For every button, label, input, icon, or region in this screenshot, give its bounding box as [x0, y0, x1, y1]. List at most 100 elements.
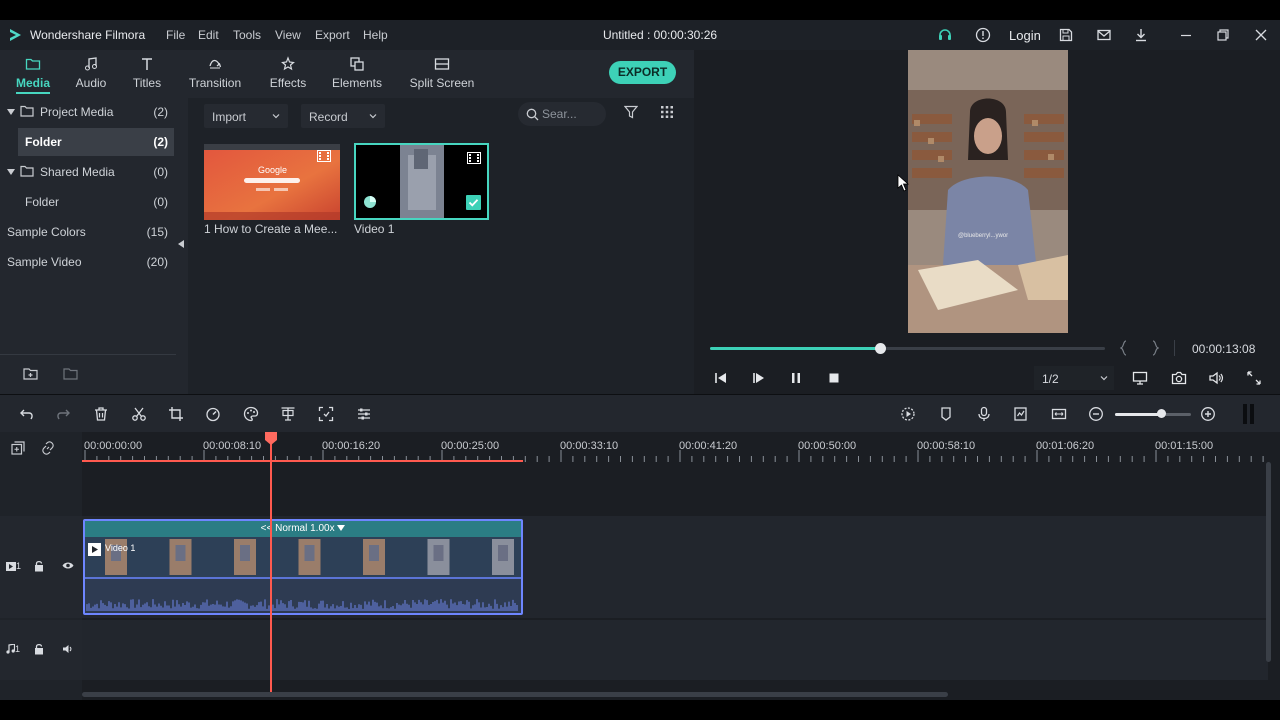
- info-icon[interactable]: [975, 27, 991, 43]
- previous-frame-icon[interactable]: [714, 371, 728, 385]
- video-clip[interactable]: << Normal 1.00x Video 1: [83, 519, 523, 615]
- restore-icon[interactable]: [1215, 27, 1231, 43]
- zoom-slider-handle[interactable]: [1156, 409, 1166, 418]
- undo-icon[interactable]: [19, 406, 35, 422]
- sidebar-item-label: Folder: [25, 135, 62, 149]
- mark-in-icon[interactable]: [1120, 340, 1128, 356]
- thumbnail-text: Google: [258, 165, 288, 175]
- expand-triangle-icon[interactable]: [7, 108, 15, 116]
- redo-icon[interactable]: [55, 406, 71, 422]
- triangle-down-icon: [337, 525, 346, 532]
- zoom-in-icon[interactable]: [1200, 406, 1216, 422]
- audio-track-number: 1: [15, 644, 21, 654]
- marker-icon[interactable]: [938, 406, 954, 422]
- stop-icon[interactable]: [827, 371, 841, 385]
- add-track-icon[interactable]: [11, 441, 25, 455]
- zoom-out-icon[interactable]: [1088, 406, 1104, 422]
- ruler-label: 00:00:41:20: [679, 440, 738, 452]
- tab-media[interactable]: Media: [8, 50, 58, 98]
- vertical-scrollbar[interactable]: [1266, 462, 1271, 662]
- audio-track-icon: [6, 644, 15, 654]
- mark-out-icon[interactable]: [1151, 340, 1159, 356]
- tab-titles[interactable]: Titles: [124, 50, 170, 98]
- headset-icon[interactable]: [937, 27, 953, 43]
- horizontal-scrollbar[interactable]: [82, 692, 948, 697]
- microphone-icon[interactable]: [976, 406, 992, 422]
- link-icon[interactable]: [41, 441, 55, 455]
- collapse-sidebar-icon[interactable]: [178, 240, 184, 248]
- new-folder-icon[interactable]: [23, 367, 39, 381]
- save-icon[interactable]: [1058, 27, 1074, 43]
- sidebar-item-folder[interactable]: Folder (2): [18, 128, 174, 156]
- chevron-down-icon: [1100, 376, 1108, 381]
- delete-folder-icon[interactable]: [63, 367, 79, 381]
- fullscreen-icon[interactable]: [1246, 370, 1262, 386]
- video-track-icon: [6, 562, 16, 571]
- time-ruler[interactable]: 00:00:00:00 00:00:08:10 00:00:16:20 00:00:2…: [82, 432, 1268, 464]
- sidebar-item-sample-colors[interactable]: Sample Colors (15): [0, 218, 176, 246]
- voiceover-icon[interactable]: [1013, 406, 1029, 422]
- speaker-icon[interactable]: [62, 644, 74, 654]
- lock-icon[interactable]: [34, 643, 44, 655]
- play-icon[interactable]: [752, 371, 766, 385]
- stabilize-icon[interactable]: [318, 406, 334, 422]
- playhead-handle-icon[interactable]: [264, 432, 278, 446]
- tab-audio[interactable]: Audio: [66, 50, 116, 98]
- media-item-1[interactable]: Google: [204, 144, 340, 220]
- sidebar-item-shared-folder[interactable]: Folder (0): [0, 188, 176, 216]
- render-preview-icon[interactable]: [900, 406, 916, 422]
- crop-icon[interactable]: [168, 406, 184, 422]
- eye-icon[interactable]: [62, 561, 74, 570]
- sidebar-item-shared-media[interactable]: Shared Media (0): [0, 158, 176, 186]
- preview-progress-track[interactable]: [710, 343, 1105, 354]
- sidebar-item-sample-video[interactable]: Sample Video (20): [0, 248, 176, 276]
- lock-icon[interactable]: [34, 560, 44, 572]
- tab-label: Effects: [269, 76, 307, 90]
- record-label: Record: [309, 110, 348, 124]
- video-file-icon: [467, 152, 481, 164]
- timeline-panel-toggle-icon[interactable]: [1242, 404, 1256, 424]
- sidebar-item-label: Sample Colors: [7, 225, 86, 239]
- search-input[interactable]: Sear...: [518, 102, 606, 126]
- zoom-slider[interactable]: [1115, 409, 1191, 418]
- export-button[interactable]: EXPORT: [609, 61, 676, 84]
- clip-audio-waveform: [85, 581, 521, 613]
- sidebar-item-count: (2): [153, 135, 168, 149]
- playhead[interactable]: [265, 432, 277, 694]
- close-icon[interactable]: [1253, 27, 1269, 43]
- filter-icon[interactable]: [624, 105, 638, 119]
- tab-effects[interactable]: Effects: [262, 50, 314, 98]
- volume-icon[interactable]: [1208, 370, 1224, 386]
- sidebar-item-project-media[interactable]: Project Media (2): [0, 98, 176, 126]
- tab-elements[interactable]: Elements: [328, 50, 386, 98]
- timeline-toolbar: [0, 394, 1280, 432]
- tab-transition[interactable]: Transition: [183, 50, 247, 98]
- tab-label: Audio: [75, 76, 107, 90]
- snapshot-camera-icon[interactable]: [1171, 370, 1187, 386]
- delete-icon[interactable]: [93, 406, 109, 422]
- split-scissors-icon[interactable]: [131, 406, 147, 422]
- color-palette-icon[interactable]: [243, 406, 259, 422]
- speed-icon[interactable]: [205, 406, 221, 422]
- media-item-2[interactable]: [354, 143, 489, 220]
- green-screen-icon[interactable]: [280, 406, 296, 422]
- effects-icon: [280, 56, 296, 72]
- grid-view-icon[interactable]: [660, 105, 674, 119]
- mail-icon[interactable]: [1096, 27, 1112, 43]
- quality-dropdown[interactable]: 1/2: [1034, 366, 1114, 390]
- record-dropdown[interactable]: Record: [301, 104, 385, 128]
- track-headers: 1 1: [0, 432, 82, 700]
- fit-to-timeline-icon[interactable]: [1051, 406, 1067, 422]
- clip-speed-header[interactable]: << Normal 1.00x: [85, 521, 521, 537]
- pause-icon[interactable]: [789, 371, 803, 385]
- minimize-icon[interactable]: [1178, 27, 1194, 43]
- adjust-sliders-icon[interactable]: [356, 406, 372, 422]
- video-track-header: 1: [0, 516, 82, 618]
- tab-split-screen[interactable]: Split Screen: [406, 50, 478, 98]
- preview-progress-handle[interactable]: [874, 343, 886, 354]
- display-icon[interactable]: [1132, 370, 1148, 386]
- expand-triangle-icon[interactable]: [7, 168, 15, 176]
- login-link[interactable]: Login: [1009, 28, 1041, 43]
- import-dropdown[interactable]: Import: [204, 104, 288, 128]
- download-icon[interactable]: [1133, 27, 1149, 43]
